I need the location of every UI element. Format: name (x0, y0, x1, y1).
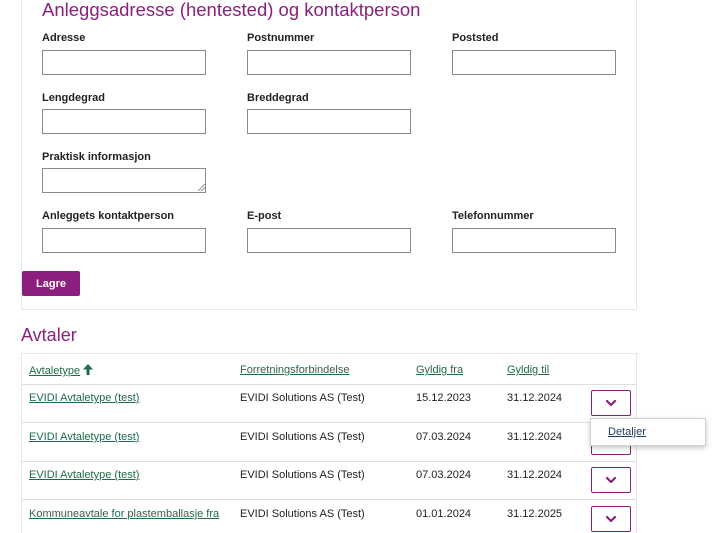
kontaktperson-label: Anleggets kontaktperson (42, 210, 175, 222)
telefonnummer-label: Telefonnummer (452, 210, 534, 222)
row-actions-popup: Detaljer (590, 418, 706, 446)
avtaletype-link[interactable]: Kommuneavtale for plastemballasje fra (29, 508, 219, 520)
agreements-table: Avtaletype Forretningsforbindelse Gyldig… (21, 353, 637, 533)
column-header-avtaletype[interactable]: Avtaletype (29, 364, 94, 378)
details-menu-item[interactable]: Detaljer (608, 426, 646, 438)
agreements-title: Avtaler (21, 325, 77, 345)
valid-to-cell: 31.12.2024 (507, 431, 563, 443)
kontaktperson-input[interactable] (42, 228, 206, 253)
postnummer-input[interactable] (247, 50, 411, 75)
chevron-down-icon (605, 394, 617, 412)
address-section-title: Anleggsadresse (hentested) og kontaktper… (42, 0, 421, 20)
poststed-input[interactable] (452, 50, 616, 75)
breddegrad-input[interactable] (247, 109, 411, 134)
save-button[interactable]: Lagre (22, 271, 80, 296)
row-divider (22, 422, 636, 423)
row-expand-button[interactable] (591, 467, 631, 493)
valid-to-cell: 31.12.2024 (507, 469, 563, 481)
epost-input[interactable] (247, 228, 411, 253)
valid-from-cell: 01.01.2024 (416, 508, 472, 520)
breddegrad-label: Breddegrad (247, 92, 309, 104)
epost-label: E-post (247, 210, 282, 222)
arrow-up-icon (83, 364, 94, 378)
telefonnummer-input[interactable] (452, 228, 616, 253)
valid-to-cell: 31.12.2024 (507, 392, 563, 404)
valid-from-cell: 07.03.2024 (416, 431, 472, 443)
valid-from-cell: 07.03.2024 (416, 469, 472, 481)
partner-cell: EVIDI Solutions AS (Test) (240, 508, 365, 520)
partner-cell: EVIDI Solutions AS (Test) (240, 469, 365, 481)
valid-from-cell: 15.12.2023 (416, 392, 472, 404)
column-header-gyldig-til[interactable]: Gyldig til (507, 364, 549, 376)
adresse-label: Adresse (42, 32, 86, 44)
row-expand-button[interactable] (591, 506, 631, 532)
column-header-forretningsforbindelse[interactable]: Forretningsforbindelse (240, 364, 349, 376)
poststed-label: Poststed (452, 32, 499, 44)
row-divider (22, 499, 636, 500)
partner-cell: EVIDI Solutions AS (Test) (240, 431, 365, 443)
avtaletype-link[interactable]: EVIDI Avtaletype (test) (29, 469, 139, 481)
header-divider (22, 384, 636, 385)
avtaletype-link[interactable]: EVIDI Avtaletype (test) (29, 431, 139, 443)
column-header-avtaletype-label: Avtaletype (29, 365, 81, 377)
chevron-down-icon (605, 471, 617, 489)
praktisk-informasjon-label: Praktisk informasjon (42, 151, 151, 163)
lengdegrad-label: Lengdegrad (42, 92, 105, 104)
row-expand-button[interactable] (591, 390, 631, 416)
chevron-down-icon (605, 510, 617, 528)
column-header-gyldig-fra[interactable]: Gyldig fra (416, 364, 463, 376)
lengdegrad-input[interactable] (42, 109, 206, 134)
postnummer-label: Postnummer (247, 32, 315, 44)
row-divider (22, 461, 636, 462)
adresse-input[interactable] (42, 50, 206, 75)
avtaletype-link[interactable]: EVIDI Avtaletype (test) (29, 392, 139, 404)
valid-to-cell: 31.12.2025 (507, 508, 563, 520)
praktisk-informasjon-textarea[interactable] (42, 168, 206, 193)
partner-cell: EVIDI Solutions AS (Test) (240, 392, 365, 404)
